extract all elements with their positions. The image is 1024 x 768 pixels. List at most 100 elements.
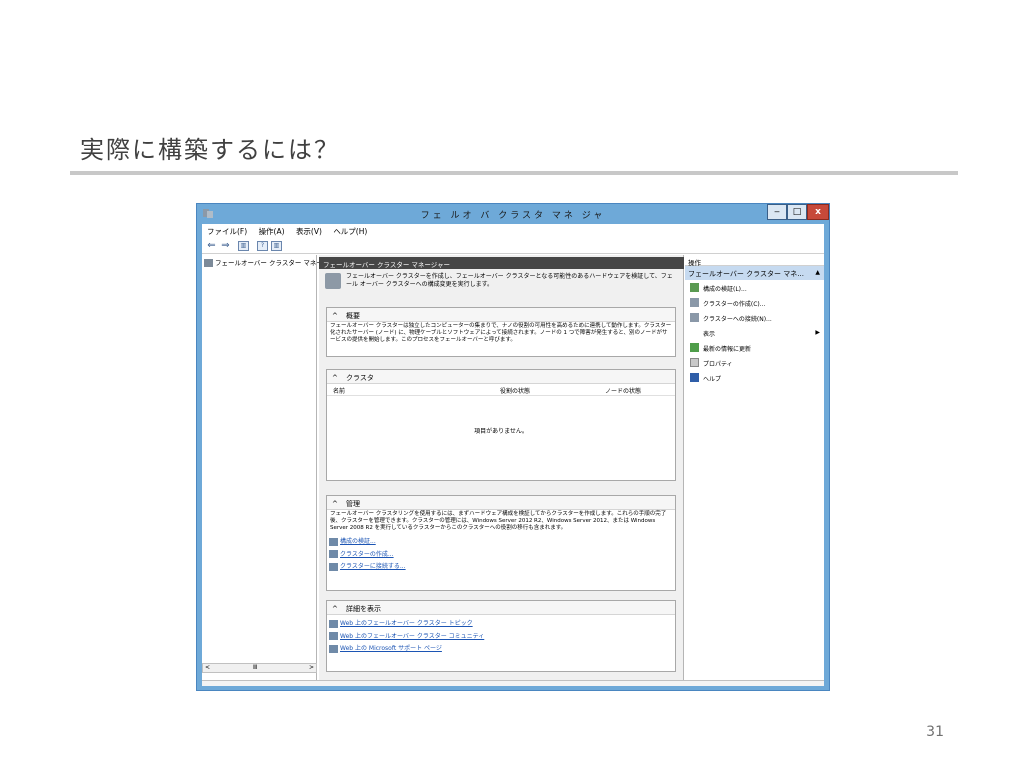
collapse-caret-icon[interactable]: ^: [332, 374, 346, 382]
web-community-link[interactable]: Web 上のフェールオーバー クラスター コミュニティ: [329, 631, 675, 640]
scroll-thumb[interactable]: Ⅲ: [253, 664, 257, 671]
clusters-section: ^ クラスタ 名前 役割の状態 ノードの状態 項目がありません。: [326, 369, 676, 481]
create-cluster-icon: [329, 550, 338, 558]
menu-help[interactable]: ヘルプ(H): [328, 224, 371, 237]
fcm-window: フェ ルオ バ クラスタ マネ ジャ ‒ □ x ファイル(F) 操作(A) 表…: [196, 203, 830, 691]
properties-icon: [690, 358, 699, 367]
col-name[interactable]: 名前: [333, 386, 345, 395]
connect-cluster-link[interactable]: クラスターに接続する...: [329, 561, 675, 571]
close-button[interactable]: x: [807, 204, 829, 220]
help-book-icon: [690, 373, 699, 382]
web-topics-link[interactable]: Web 上のフェールオーバー クラスター トピック: [329, 618, 675, 628]
intro: フェールオーバー クラスターを作成し、フェールオーバー クラスターとなる可能性の…: [325, 273, 675, 301]
minimize-button[interactable]: ‒: [767, 204, 787, 220]
intro-text: フェールオーバー クラスターを作成し、フェールオーバー クラスターとなる可能性の…: [346, 273, 673, 288]
navigation-tree: フェールオーバー クラスター マネージ < Ⅲ >: [202, 255, 329, 680]
clusters-empty-message: 項目がありません。: [474, 428, 528, 435]
back-arrow-icon[interactable]: ⇐: [206, 241, 217, 251]
window-title: フェ ルオ バ クラスタ マネ ジャ: [420, 211, 606, 221]
action-refresh[interactable]: 最新の情報に更新: [685, 340, 824, 355]
action-connect-cluster[interactable]: クラスターへの接続(N)...: [685, 310, 824, 325]
link-label: Web 上のフェールオーバー クラスター コミュニティ: [340, 632, 485, 640]
actions-pane: 操作 フェールオーバー クラスター マネ... ▲ 構成の検証(L)... クラ…: [685, 255, 824, 680]
validate-icon: [690, 283, 699, 292]
scroll-left-arrow[interactable]: <: [205, 664, 210, 671]
refresh-icon: [690, 343, 699, 352]
validate-icon: [329, 537, 338, 546]
clusters-header[interactable]: ^ クラスタ: [327, 370, 675, 384]
management-title: 管理: [346, 500, 360, 508]
toolbar: ⇐ ⇒ ▥ ? ▥: [202, 238, 824, 254]
cluster-servers-icon: [325, 273, 341, 289]
forward-arrow-icon[interactable]: ⇒: [220, 241, 231, 251]
link-label: クラスターに接続する...: [340, 563, 406, 570]
action-label: クラスターへの接続(N)...: [703, 316, 772, 323]
overview-header[interactable]: ^ 概要: [327, 308, 675, 322]
management-text: フェールオーバー クラスタリングを使用するには、まずハードウェア構成を検証してか…: [330, 511, 667, 531]
col-node-status[interactable]: ノードの状態: [605, 386, 641, 395]
tree-item-root[interactable]: フェールオーバー クラスター マネージ: [204, 257, 329, 267]
menu-action[interactable]: 操作(A): [254, 224, 289, 237]
center-header: フェールオーバー クラスター マネージャー: [319, 257, 684, 269]
action-label: 最新の情報に更新: [703, 346, 752, 353]
action-label: 構成の検証(L)...: [703, 286, 747, 293]
web-support-link[interactable]: Web 上の Microsoft サポート ページ: [329, 643, 675, 653]
create-cluster-link[interactable]: クラスターの作成...: [329, 549, 675, 558]
overview-title: 概要: [346, 312, 360, 320]
link-label: Web 上の Microsoft サポート ページ: [340, 645, 442, 652]
connect-cluster-icon: [690, 313, 699, 322]
page-number: 31: [926, 724, 944, 740]
scroll-right-arrow[interactable]: >: [309, 664, 314, 671]
web-link-icon: [329, 619, 338, 628]
show-actions-icon[interactable]: ▥: [271, 241, 282, 251]
menu-file[interactable]: ファイル(F): [202, 224, 251, 237]
clusters-table-header: 名前 役割の状態 ノードの状態: [327, 384, 675, 396]
action-properties[interactable]: プロパティ: [685, 355, 824, 370]
menubar: ファイル(F) 操作(A) 表示(V) ヘルプ(H): [202, 224, 824, 238]
action-help[interactable]: ヘルプ: [685, 370, 824, 385]
show-tree-icon[interactable]: ▥: [238, 241, 249, 251]
maximize-button[interactable]: □: [787, 204, 807, 220]
title-divider: [70, 171, 958, 175]
window-titlebar[interactable]: フェ ルオ バ クラスタ マネ ジャ ‒ □ x: [197, 204, 829, 224]
collapse-caret-icon[interactable]: ^: [332, 605, 346, 613]
web-link-icon: [329, 644, 338, 653]
menu-view[interactable]: 表示(V): [291, 224, 326, 237]
col-role-status[interactable]: 役割の状態: [500, 386, 530, 395]
action-label: 表示: [703, 331, 716, 338]
details-title: 詳細を表示: [346, 605, 381, 613]
link-label: 構成の検証...: [340, 538, 376, 545]
window-client: ファイル(F) 操作(A) 表示(V) ヘルプ(H) ⇐ ⇒ ▥ ? ▥ フェー…: [202, 224, 824, 686]
link-label: クラスターの作成...: [340, 550, 394, 558]
tree-item-label: フェールオーバー クラスター マネージ: [215, 259, 330, 267]
actions-header: 操作: [685, 255, 824, 267]
validate-config-link[interactable]: 構成の検証...: [329, 536, 675, 546]
actions-group-header[interactable]: フェールオーバー クラスター マネ... ▲: [685, 266, 824, 280]
details-section: ^ 詳細を表示 Web 上のフェールオーバー クラスター トピック Web 上のフ…: [326, 600, 676, 672]
clusters-title: クラスタ: [346, 374, 374, 382]
link-label: Web 上のフェールオーバー クラスター トピック: [340, 620, 473, 627]
collapse-triangle-icon[interactable]: ▲: [815, 269, 820, 276]
connect-cluster-icon: [329, 562, 338, 571]
action-label: ヘルプ: [703, 376, 722, 383]
tree-horizontal-scrollbar[interactable]: < Ⅲ >: [202, 663, 317, 673]
web-link-icon: [329, 632, 338, 640]
action-label: クラスターの作成(C)...: [703, 301, 766, 308]
help-icon[interactable]: ?: [257, 241, 268, 251]
cluster-manager-icon: [204, 259, 213, 267]
create-cluster-icon: [690, 298, 699, 307]
slide-title: 実際に構築するには？: [80, 136, 340, 164]
action-validate[interactable]: 構成の検証(L)...: [685, 280, 824, 295]
overview-section: ^ 概要 フェールオーバー クラスターは独立したコンピューターの集まりで、ナノの役…: [326, 307, 676, 357]
actions-group-title: フェールオーバー クラスター マネ...: [688, 270, 804, 278]
management-header[interactable]: ^ 管理: [327, 496, 675, 510]
collapse-caret-icon[interactable]: ^: [332, 312, 346, 320]
collapse-caret-icon[interactable]: ^: [332, 500, 346, 508]
management-section: ^ 管理 フェールオーバー クラスタリングを使用するには、まずハードウェア構成を検…: [326, 495, 676, 591]
action-create-cluster[interactable]: クラスターの作成(C)...: [685, 295, 824, 310]
overview-text: フェールオーバー クラスターは独立したコンピューターの集まりで、ナノの役割の可用…: [330, 323, 672, 343]
action-view[interactable]: 表示 ▶: [685, 325, 824, 340]
center-pane: フェールオーバー クラスター マネージャー フェールオーバー クラスターを作成し…: [319, 255, 684, 680]
submenu-arrow-icon: ▶: [815, 329, 820, 336]
details-header[interactable]: ^ 詳細を表示: [327, 601, 675, 615]
